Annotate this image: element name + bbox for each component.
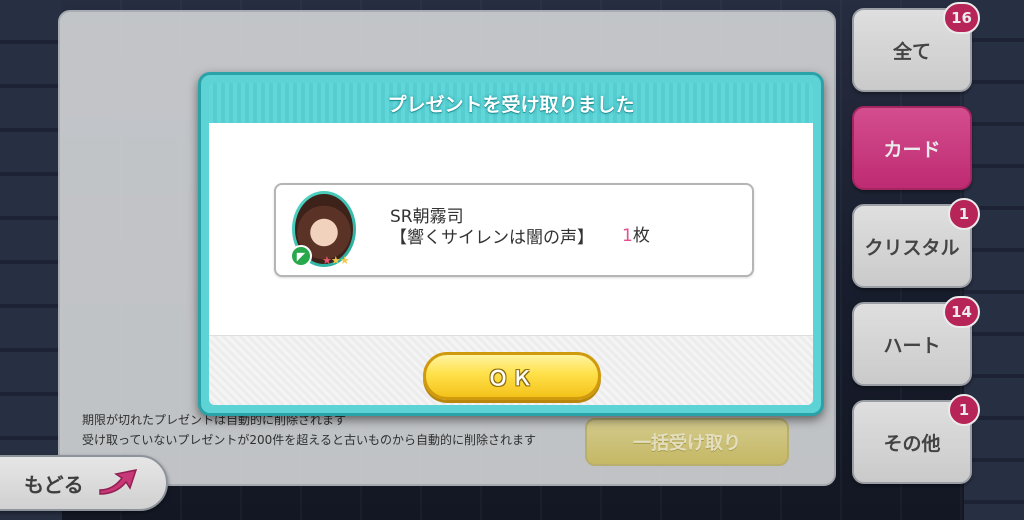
attribute-icon: ◤	[290, 245, 312, 267]
item-name-line-1: SR朝霧司	[390, 207, 464, 227]
dialog-title: プレゼントを受け取りました	[209, 83, 813, 123]
item-name-line-2: 【響くサイレンは闇の声】	[390, 228, 594, 248]
item-quantity-unit: 枚	[632, 226, 650, 246]
rarity-stars-icon: ★★★	[322, 254, 350, 267]
received-item-card: ◤ ★★★ SR朝霧司 【響くサイレンは闇の声】 1枚	[274, 183, 754, 277]
item-quantity-number: 1	[622, 226, 633, 246]
character-portrait: ◤ ★★★	[290, 189, 358, 271]
item-name: SR朝霧司 【響くサイレンは闇の声】	[390, 207, 594, 249]
item-quantity: 1枚	[622, 221, 650, 246]
received-dialog: プレゼントを受け取りました ◤ ★★★ SR朝霧司 【響くサイレンは闇の声】 1…	[198, 72, 824, 416]
ok-button[interactable]: ＯＫ	[423, 352, 601, 400]
